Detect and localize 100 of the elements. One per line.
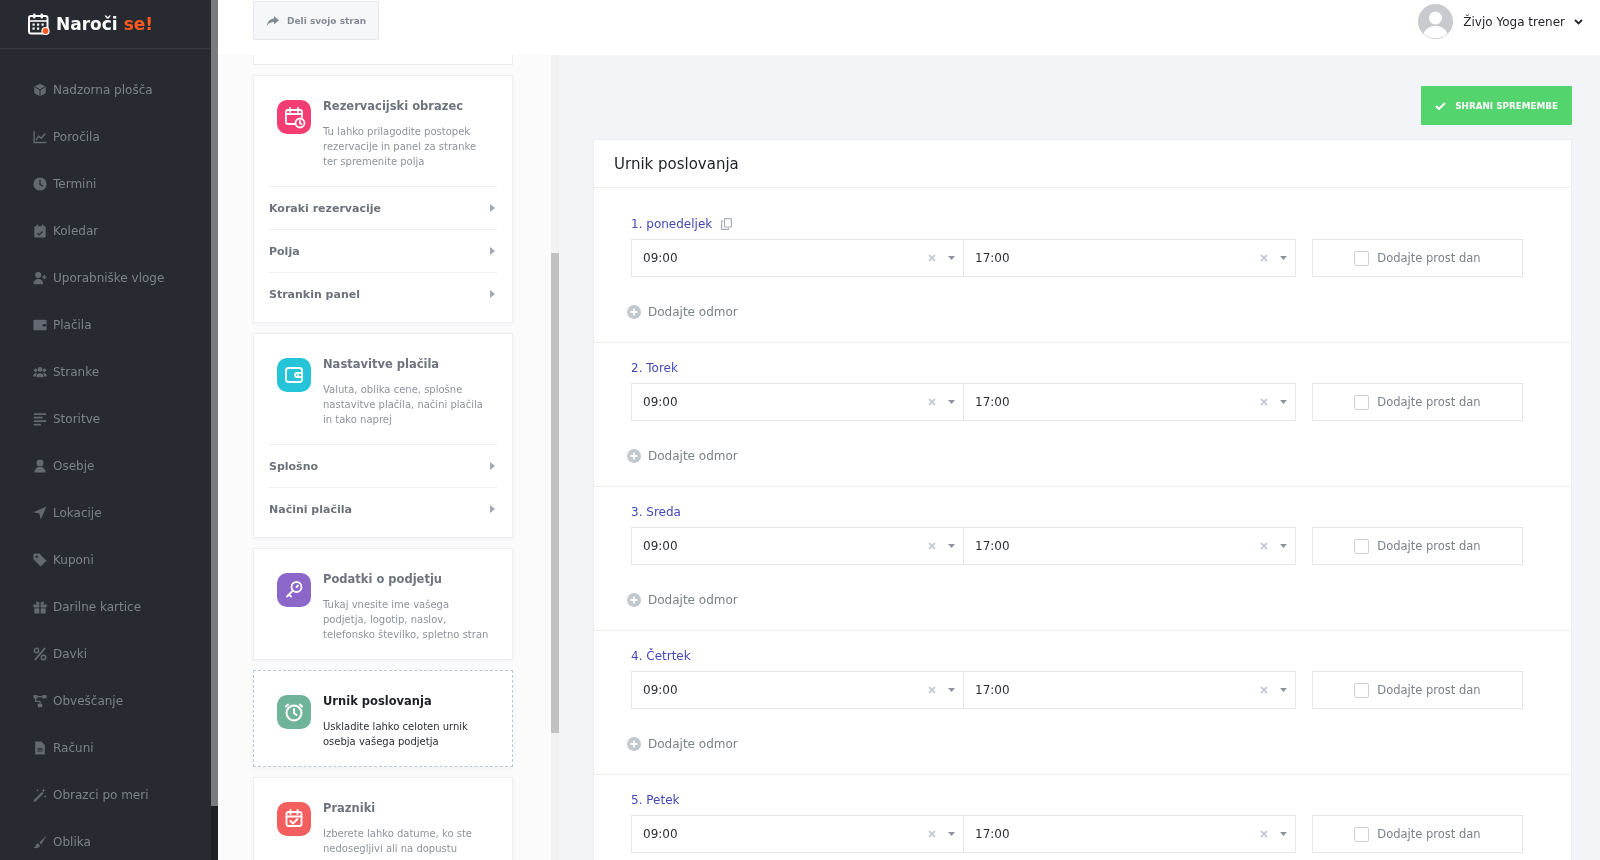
checkbox[interactable]: [1354, 538, 1370, 554]
settings-card[interactable]: Podatki o podjetju Tukaj vnesite ime vašega podjetja, logotip, naslov, telefonsko številko, spletno stran: [253, 548, 513, 660]
nav-item[interactable]: Darilne kartice: [0, 583, 211, 630]
user-menu-button[interactable]: Živjo Yoga trener: [1418, 4, 1583, 39]
caret-right-icon: [490, 247, 495, 255]
share-button[interactable]: Deli svojo stran: [253, 1, 380, 40]
nav-item[interactable]: Lokacije: [0, 489, 211, 536]
logo-text: Naroči: [56, 14, 118, 34]
day-label: 1. ponedeljek: [631, 216, 713, 231]
logo-accent-text: se!: [123, 14, 154, 34]
caret-icon: [948, 256, 955, 260]
nav-item[interactable]: Nadzorna plošča: [0, 66, 211, 113]
settings-link[interactable]: Strankin panel: [269, 272, 497, 315]
nav-item[interactable]: Storitve: [0, 395, 211, 442]
nav-item[interactable]: Kuponi: [0, 536, 211, 583]
magic-wand-icon: [33, 787, 47, 802]
settings-card[interactable]: Prazniki Izberete lahko datume, ko ste nedosegljivi ali na dopustu: [253, 777, 513, 860]
settings-link[interactable]: Polja: [269, 229, 497, 272]
card-description: Izberete lahko datume, ko ste nedosegljivi ali na dopustu: [323, 827, 473, 856]
clear-icon[interactable]: [928, 830, 936, 838]
nav-item[interactable]: Oblika: [0, 818, 211, 860]
chart-icon: [33, 129, 47, 144]
checkbox[interactable]: [1354, 826, 1370, 842]
caret-icon: [948, 544, 955, 548]
clear-icon[interactable]: [1260, 830, 1268, 838]
start-time-select[interactable]: 09:00: [631, 671, 964, 709]
copy-icon[interactable]: [721, 217, 733, 230]
nav-item[interactable]: Obrazci po meri: [0, 771, 211, 818]
start-time-select[interactable]: 09:00: [631, 383, 964, 421]
day-off-toggle[interactable]: Dodajte prost dan: [1312, 239, 1523, 277]
clear-icon[interactable]: [928, 542, 936, 550]
day-off-toggle[interactable]: Dodajte prost dan: [1312, 383, 1523, 421]
clear-icon[interactable]: [928, 254, 936, 262]
location-arrow-icon: [33, 505, 47, 520]
card-description: Valuta, oblika cene, splošne nastavitve plačila, načini plačila in tako naprej: [323, 383, 484, 427]
settings-card[interactable]: Nastavitve plačila Valuta, oblika cene, splošne nastavitve plačila, načini plačila in tako naprej Splošno Načini plačila: [253, 333, 513, 538]
settings-link[interactable]: Splošno: [269, 444, 497, 487]
clear-icon[interactable]: [928, 686, 936, 694]
checkbox[interactable]: [1354, 682, 1370, 698]
day-label: 3. Sreda: [631, 504, 681, 519]
day-off-toggle[interactable]: Dodajte prost dan: [1312, 527, 1523, 565]
nav-item[interactable]: Koledar: [0, 207, 211, 254]
add-break-button[interactable]: Dodajte odmor: [627, 735, 738, 753]
clear-icon[interactable]: [1260, 254, 1268, 262]
end-time-select[interactable]: 17:00: [963, 527, 1296, 565]
card-title: Rezervacijski obrazec: [323, 98, 465, 114]
start-time-select[interactable]: 09:00: [631, 527, 964, 565]
nav-item[interactable]: Poročila: [0, 113, 211, 160]
calendar-check-icon: [33, 223, 47, 238]
brush-icon: [33, 834, 47, 849]
end-time-select[interactable]: 17:00: [963, 671, 1296, 709]
caret-icon: [948, 832, 955, 836]
add-break-button[interactable]: Dodajte odmor: [627, 447, 738, 465]
card-title: Nastavitve plačila: [323, 356, 441, 372]
card-description: Uskladite lahko celoten urnik osebja vašega podjetja: [323, 720, 469, 749]
plus-circle-icon: [627, 737, 641, 751]
settings-card[interactable]: Urnik poslovanja Uskladite lahko celoten urnik osebja vašega podjetja: [253, 670, 513, 767]
clear-icon[interactable]: [928, 398, 936, 406]
clear-icon[interactable]: [1260, 542, 1268, 550]
scrollbar-thumb[interactable]: [551, 253, 559, 733]
settings-card[interactable]: Rezervacijski obrazec Tu lahko prilagodite postopek rezervacije in panel za stranke ter spremenite polja Koraki rezervacije Polja Strankin panel: [253, 75, 513, 323]
clear-icon[interactable]: [1260, 686, 1268, 694]
end-time-select[interactable]: 17:00: [963, 815, 1296, 853]
calendar-icon: [28, 13, 50, 35]
plus-circle-icon: [627, 305, 641, 319]
nav-item[interactable]: Osebje: [0, 442, 211, 489]
caret-icon: [948, 688, 955, 692]
caret-right-icon: [490, 462, 495, 470]
settings-link[interactable]: Koraki rezervacije: [269, 186, 497, 229]
add-break-button[interactable]: Dodajte odmor: [627, 591, 738, 609]
nav-item[interactable]: Plačila: [0, 301, 211, 348]
gift-icon: [33, 599, 47, 614]
nav-item[interactable]: Davki: [0, 630, 211, 677]
caret-icon: [1280, 832, 1287, 836]
end-time-select[interactable]: 17:00: [963, 239, 1296, 277]
nav-item[interactable]: Uporabniške vloge: [0, 254, 211, 301]
nav-item[interactable]: Obveščanje: [0, 677, 211, 724]
plus-circle-icon: [627, 593, 641, 607]
avatar-icon: [1418, 4, 1454, 39]
clock-icon: [33, 176, 47, 191]
nav-item[interactable]: Termini: [0, 160, 211, 207]
end-time-select[interactable]: 17:00: [963, 383, 1296, 421]
start-time-select[interactable]: 09:00: [631, 239, 964, 277]
card-description: Tukaj vnesite ime vašega podjetja, logotip, naslov, telefonsko številko, spletno stran: [323, 598, 490, 642]
clear-icon[interactable]: [1260, 398, 1268, 406]
day-label: 2. Torek: [631, 360, 678, 375]
checkbox[interactable]: [1354, 394, 1370, 410]
card-title: Urnik poslovanja: [323, 693, 433, 709]
settings-link[interactable]: Načini plačila: [269, 487, 497, 530]
share-arrow-icon: [267, 15, 279, 26]
day-off-toggle[interactable]: Dodajte prost dan: [1312, 671, 1523, 709]
start-time-select[interactable]: 09:00: [631, 815, 964, 853]
nav-item[interactable]: Stranke: [0, 348, 211, 395]
caret-icon: [1280, 688, 1287, 692]
add-break-button[interactable]: Dodajte odmor: [627, 303, 738, 321]
user-plus-icon: [33, 270, 47, 285]
day-off-toggle[interactable]: Dodajte prost dan: [1312, 815, 1523, 853]
checkbox[interactable]: [1354, 250, 1370, 266]
nav-item[interactable]: Računi: [0, 724, 211, 771]
check-icon: [1435, 101, 1447, 110]
